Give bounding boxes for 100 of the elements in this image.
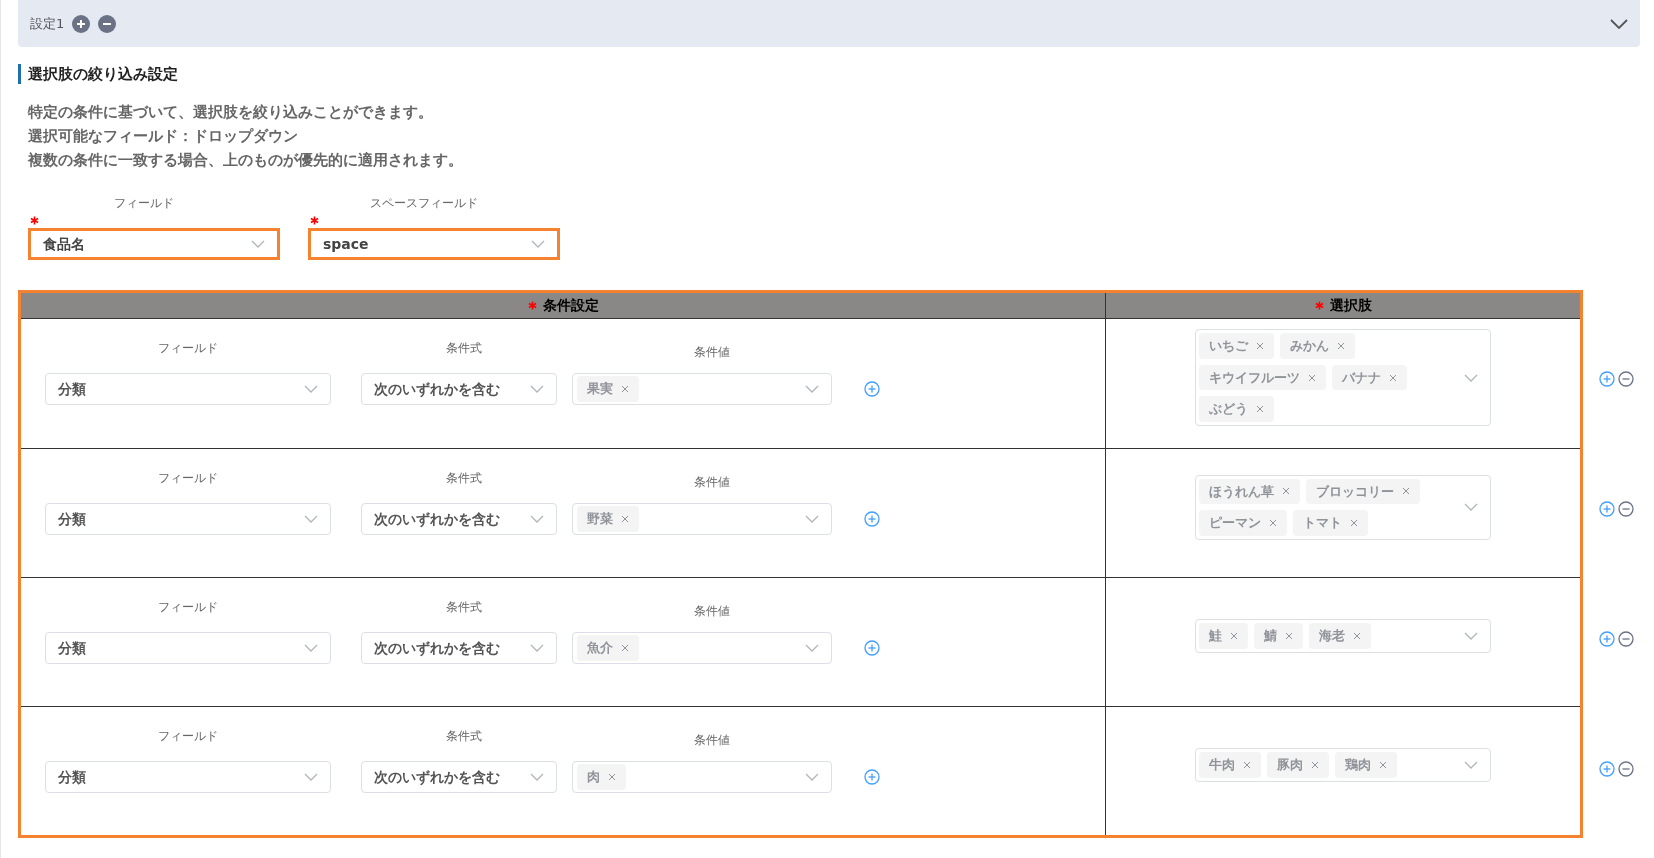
chevron-down-icon: [1464, 503, 1478, 511]
remove-icon[interactable]: [621, 385, 629, 393]
remove-icon[interactable]: [621, 644, 629, 652]
remove-icon[interactable]: [1618, 501, 1634, 517]
select-field[interactable]: 次のいずれかを含む: [361, 373, 557, 405]
remove-icon[interactable]: [608, 773, 616, 781]
operator-label: 条件式: [445, 470, 483, 487]
column-header: 条件設定: [542, 296, 599, 315]
tag-label: トマト: [1303, 514, 1342, 532]
select-field[interactable]: 分類: [45, 373, 331, 405]
description-text: 選択可能なフィールド：ドロップダウン: [28, 126, 299, 147]
tag-label: バナナ: [1342, 368, 1381, 387]
operator-label: 条件式: [445, 599, 483, 616]
tag-label: 海老: [1319, 627, 1345, 646]
add-icon[interactable]: [1599, 631, 1615, 647]
field-label: フィールド: [157, 340, 219, 357]
value-label: 条件値: [693, 344, 731, 361]
remove-icon[interactable]: [1389, 373, 1397, 382]
tag-label: 鶏肉: [1345, 756, 1371, 775]
add-icon[interactable]: [864, 511, 880, 527]
tag-label: ぶどう: [1209, 400, 1248, 419]
add-icon[interactable]: [864, 640, 880, 656]
chevron-down-icon: [805, 773, 819, 781]
chevron-down-icon: [530, 515, 544, 523]
remove-icon[interactable]: [621, 515, 629, 523]
value-label: 条件値: [693, 603, 731, 620]
tag-label: 野菜: [587, 510, 613, 529]
chevron-down-icon: [304, 515, 318, 523]
remove-icon[interactable]: [1285, 632, 1293, 640]
chevron-down-icon: [530, 385, 544, 393]
remove-icon[interactable]: [1269, 518, 1277, 527]
field-label: フィールド: [157, 599, 219, 616]
chevron-down-icon: [304, 385, 318, 393]
chevron-down-icon: [1464, 632, 1478, 640]
tag-label: 果実: [587, 380, 613, 399]
section-heading: 選択肢の絞り込み設定: [18, 64, 1640, 84]
select-field[interactable]: space: [308, 228, 560, 260]
chevron-down-icon: [805, 644, 819, 652]
section-header[interactable]: 設定1: [18, 0, 1640, 47]
value-label: 条件値: [693, 474, 731, 491]
chevron-down-icon: [1464, 761, 1478, 769]
remove-icon[interactable]: [1618, 761, 1634, 777]
remove-icon[interactable]: [1353, 632, 1361, 640]
chevron-down-icon: [530, 644, 544, 652]
select-field[interactable]: 次のいずれかを含む: [361, 503, 557, 535]
tag-label: キウイフルーツ: [1209, 368, 1300, 387]
field-label: フィールド: [113, 195, 175, 212]
chevron-down-icon: [805, 515, 819, 523]
remove-icon[interactable]: [1308, 373, 1316, 382]
remove-icon[interactable]: [98, 14, 117, 33]
section-title: 設定1: [30, 14, 65, 33]
remove-icon[interactable]: [1337, 342, 1345, 350]
tag-label: みかん: [1290, 337, 1329, 356]
chevron-down-icon: [805, 385, 819, 393]
field-label: スペースフィールド: [369, 195, 479, 212]
field-label: フィールド: [157, 728, 219, 745]
select-field[interactable]: 次のいずれかを含む: [361, 761, 557, 793]
remove-icon[interactable]: [1243, 761, 1251, 769]
select-field[interactable]: 分類: [45, 503, 331, 535]
chevron-down-icon[interactable]: [1610, 18, 1628, 29]
tag-label: ほうれん草: [1209, 482, 1274, 501]
column-header: 選択肢: [1329, 296, 1372, 315]
remove-icon[interactable]: [1282, 487, 1290, 496]
remove-icon[interactable]: [1402, 487, 1410, 496]
tag-label: 牛肉: [1209, 756, 1235, 775]
operator-label: 条件式: [445, 340, 483, 357]
chevron-down-icon: [531, 240, 545, 248]
tag-label: 豚肉: [1277, 756, 1303, 775]
tag-label: 魚介: [587, 639, 613, 658]
remove-icon[interactable]: [1618, 631, 1634, 647]
select-field[interactable]: 次のいずれかを含む: [361, 632, 557, 664]
add-icon[interactable]: [1599, 371, 1615, 387]
description-text: 特定の条件に基づいて、選択肢を絞り込みことができます。: [28, 102, 434, 123]
remove-icon[interactable]: [1311, 761, 1319, 769]
add-icon[interactable]: [1599, 761, 1615, 777]
select-field[interactable]: 食品名: [28, 228, 280, 260]
remove-icon[interactable]: [1618, 371, 1634, 387]
add-icon[interactable]: [864, 769, 880, 785]
tag-label: いちご: [1209, 337, 1248, 356]
remove-icon[interactable]: [1230, 632, 1238, 640]
remove-icon[interactable]: [1256, 342, 1264, 350]
tag-label: 鯖: [1264, 627, 1277, 646]
remove-icon[interactable]: [1256, 405, 1264, 413]
chevron-down-icon: [304, 644, 318, 652]
add-icon[interactable]: [72, 14, 91, 33]
select-field[interactable]: 分類: [45, 632, 331, 664]
add-icon[interactable]: [864, 381, 880, 397]
select-field[interactable]: 分類: [45, 761, 331, 793]
add-icon[interactable]: [1599, 501, 1615, 517]
tag-label: ピーマン: [1209, 514, 1261, 532]
tag-label: 鮭: [1209, 627, 1222, 646]
field-label: フィールド: [157, 470, 219, 487]
remove-icon[interactable]: [1350, 518, 1358, 527]
tag-label: ブロッコリー: [1316, 482, 1394, 501]
value-label: 条件値: [693, 732, 731, 749]
remove-icon[interactable]: [1379, 761, 1387, 769]
tag-label: 肉: [587, 768, 600, 787]
operator-label: 条件式: [445, 728, 483, 745]
description-text: 複数の条件に一致する場合、上のものが優先的に適用されます。: [28, 150, 464, 171]
chevron-down-icon: [251, 240, 265, 248]
